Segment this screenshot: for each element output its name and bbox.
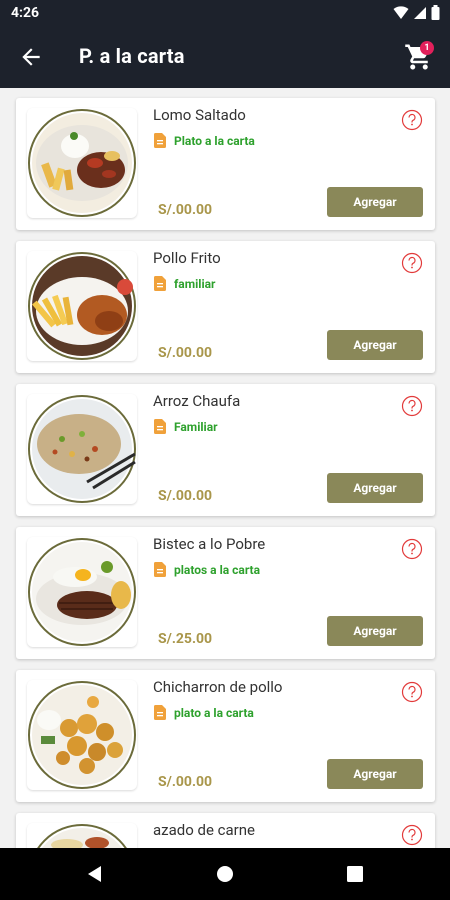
document-icon bbox=[154, 133, 166, 148]
category-label: Familiar bbox=[174, 419, 218, 434]
battery-icon bbox=[431, 5, 440, 20]
app-bar: P. a la carta 1 bbox=[0, 26, 450, 88]
product-card[interactable]: Bistec a lo Pobre platos a la carta S/.2… bbox=[16, 527, 435, 659]
product-category: platos a la carta bbox=[154, 562, 260, 577]
product-category: plato a la carta bbox=[154, 705, 254, 720]
product-image bbox=[27, 680, 137, 790]
add-button[interactable]: Agregar bbox=[327, 759, 423, 789]
product-card[interactable]: Chicharron de pollo plato a la carta S/.… bbox=[16, 670, 435, 802]
category-label: Plato a la carta bbox=[174, 133, 255, 148]
product-card[interactable]: Arroz Chaufa Familiar S/.00.00 Agregar bbox=[16, 384, 435, 516]
product-name: Bistec a lo Pobre bbox=[153, 535, 266, 553]
product-list[interactable]: Lomo Saltado Plato a la carta S/.00.00 A… bbox=[0, 88, 450, 848]
product-name: Pollo Frito bbox=[153, 249, 221, 267]
product-image bbox=[27, 108, 137, 218]
add-button[interactable]: Agregar bbox=[327, 616, 423, 646]
add-button[interactable]: Agregar bbox=[327, 473, 423, 503]
category-label: plato a la carta bbox=[174, 705, 254, 720]
document-icon bbox=[154, 419, 166, 434]
product-name: azado de carne bbox=[153, 821, 255, 839]
home-circle-icon[interactable] bbox=[216, 865, 234, 883]
document-icon bbox=[154, 276, 166, 291]
product-image bbox=[27, 537, 137, 647]
product-category: Plato a la carta bbox=[154, 133, 255, 148]
product-price: S/.00.00 bbox=[158, 488, 213, 504]
product-price: S/.00.00 bbox=[158, 345, 213, 361]
product-image bbox=[27, 823, 137, 848]
help-icon[interactable] bbox=[401, 824, 423, 846]
back-triangle-icon[interactable] bbox=[86, 865, 104, 883]
product-category: familiar bbox=[154, 276, 215, 291]
product-price: S/.25.00 bbox=[158, 631, 213, 647]
product-card[interactable]: Pollo Frito familiar S/.00.00 Agregar bbox=[16, 241, 435, 373]
add-button[interactable]: Agregar bbox=[327, 330, 423, 360]
product-name: Arroz Chaufa bbox=[153, 392, 241, 410]
product-category: Familiar bbox=[154, 419, 218, 434]
status-icons bbox=[393, 5, 440, 20]
help-icon[interactable] bbox=[401, 395, 423, 417]
system-nav-bar bbox=[0, 848, 450, 900]
product-price: S/.00.00 bbox=[158, 202, 213, 218]
help-icon[interactable] bbox=[401, 681, 423, 703]
document-icon bbox=[154, 705, 166, 720]
help-icon[interactable] bbox=[401, 538, 423, 560]
product-image bbox=[27, 251, 137, 361]
help-icon[interactable] bbox=[401, 109, 423, 131]
status-bar: 4:26 bbox=[0, 0, 450, 26]
add-button[interactable]: Agregar bbox=[327, 187, 423, 217]
product-card[interactable]: azado de carne bbox=[16, 813, 435, 848]
product-card[interactable]: Lomo Saltado Plato a la carta S/.00.00 A… bbox=[16, 98, 435, 230]
category-label: platos a la carta bbox=[174, 562, 260, 577]
product-price: S/.00.00 bbox=[158, 774, 213, 790]
cart-badge: 1 bbox=[420, 41, 434, 55]
product-name: Chicharron de pollo bbox=[153, 678, 283, 696]
status-time: 4:26 bbox=[11, 5, 40, 21]
signal-icon bbox=[414, 6, 426, 19]
back-arrow-icon[interactable] bbox=[18, 44, 44, 70]
recents-square-icon[interactable] bbox=[346, 865, 364, 883]
product-image bbox=[27, 394, 137, 504]
document-icon bbox=[154, 562, 166, 577]
category-label: familiar bbox=[174, 276, 216, 291]
wifi-icon bbox=[393, 5, 409, 19]
help-icon[interactable] bbox=[401, 252, 423, 274]
product-name: Lomo Saltado bbox=[153, 106, 246, 124]
page-title: P. a la carta bbox=[79, 44, 185, 68]
